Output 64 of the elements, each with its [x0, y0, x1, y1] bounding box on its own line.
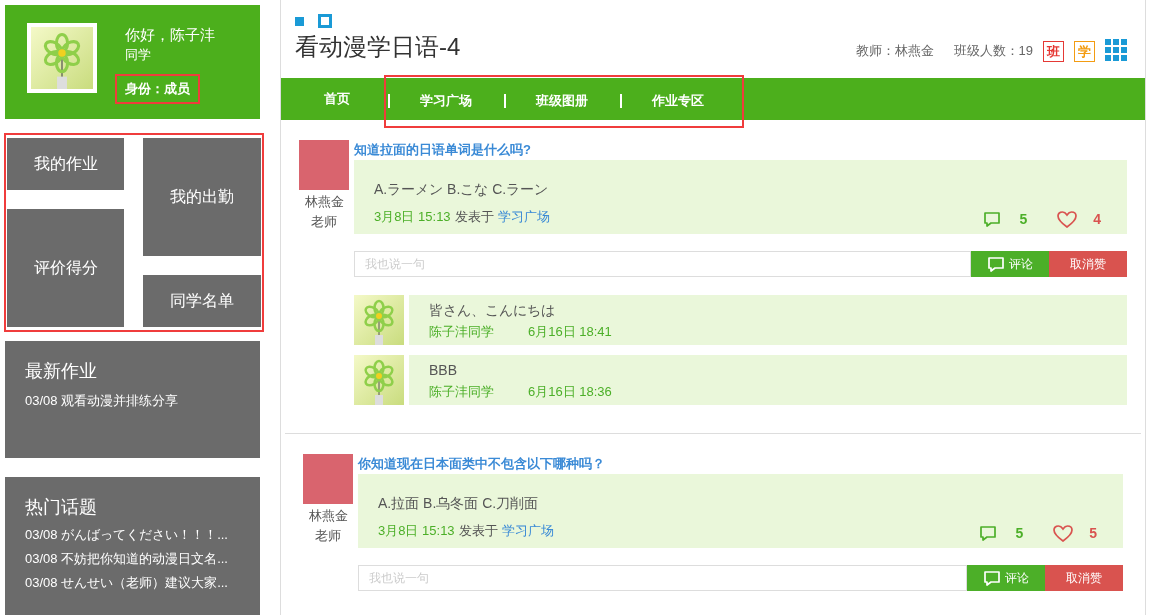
- flower-avatar: [31, 27, 93, 89]
- board-link[interactable]: 学习广场: [497, 206, 550, 227]
- author-role: 老师: [315, 527, 341, 545]
- menu-tile[interactable]: 同学名单: [143, 274, 261, 327]
- nav-link[interactable]: 作业专区: [652, 91, 704, 111]
- topic-link[interactable]: 03/08 不妨把你知道的动漫日文名...: [25, 550, 260, 567]
- comment-icon: [987, 255, 1005, 273]
- posted-in-label: 发表于: [458, 521, 498, 540]
- comment-icon: [983, 569, 1001, 587]
- reply-author[interactable]: 陈子沣同学: [429, 322, 494, 342]
- heart-icon[interactable]: [1057, 210, 1078, 229]
- menu-tile[interactable]: 我的作业: [7, 137, 124, 190]
- reply-time: 6月16日 18:41: [528, 323, 612, 341]
- reply-text: 皆さん、こんにちは: [429, 301, 556, 320]
- nav-link[interactable]: 学习广场: [420, 91, 472, 111]
- badge-icon[interactable]: 学: [1074, 41, 1095, 62]
- teacher-label: 教师：林燕金: [855, 41, 934, 60]
- identity-label: 身份：成员: [115, 74, 200, 104]
- post-title[interactable]: 你知道现在日本面类中不包含以下哪种吗？: [358, 454, 1123, 474]
- flower-avatar: [354, 355, 404, 405]
- nav-link[interactable]: 首页: [324, 89, 350, 109]
- comment-button[interactable]: 评论: [971, 251, 1049, 277]
- menu-tile[interactable]: 我的出勤: [143, 137, 261, 256]
- like-count: 5: [1089, 524, 1097, 543]
- author-name: 林燕金: [304, 193, 344, 211]
- flower-avatar: [354, 295, 404, 345]
- square-outline-icon: [318, 14, 332, 28]
- badge-icon[interactable]: 班: [1043, 41, 1064, 62]
- board-link[interactable]: 学习广场: [501, 520, 554, 541]
- photo-placeholder: [303, 454, 353, 504]
- author-name: 林燕金: [308, 507, 348, 525]
- author-role: 老师: [311, 213, 337, 231]
- posted-in-label: 发表于: [454, 207, 494, 226]
- photo-placeholder: [299, 140, 349, 190]
- like-count: 4: [1093, 210, 1101, 229]
- reply-author[interactable]: 陈子沣同学: [429, 382, 494, 402]
- homework-link[interactable]: 03/08 观看动漫并排练分享: [25, 390, 240, 411]
- panel-title: 最新作业: [25, 359, 98, 383]
- topic-link[interactable]: 03/08 せんせい（老师）建议大家...: [25, 574, 260, 591]
- post-options: A.ラーメン B.こな C.ラーン: [374, 180, 1101, 198]
- member-count: 班级人数：19: [953, 41, 1033, 60]
- menu-tile[interactable]: 评价得分: [7, 208, 124, 327]
- square-icon: [295, 16, 304, 26]
- user-role: 同学: [125, 46, 152, 64]
- nav-link[interactable]: 班级图册: [536, 91, 588, 111]
- comment-icon: [979, 525, 998, 542]
- topic-link[interactable]: 03/08 がんばってください！！！...: [25, 526, 260, 543]
- greeting: 你好，陈子沣: [125, 25, 215, 45]
- comment-count: 5: [1015, 524, 1024, 543]
- unlike-button[interactable]: 取消赞: [1049, 251, 1127, 277]
- post-date: 3月8日 15:13: [378, 521, 455, 540]
- reply-text: BBB: [429, 361, 458, 380]
- comment-button[interactable]: 评论: [967, 565, 1045, 591]
- panel-title: 热门话题: [25, 495, 98, 519]
- heart-icon[interactable]: [1053, 524, 1074, 543]
- post-date: 3月8日 15:13: [374, 207, 451, 226]
- post-options: A.拉面 B.乌冬面 C.刀削面: [378, 494, 1097, 512]
- post-title[interactable]: 知道拉面的日语单词是什么吗?: [354, 140, 1127, 160]
- grid-menu-icon[interactable]: [1105, 39, 1127, 61]
- comment-icon: [983, 211, 1002, 228]
- unlike-button[interactable]: 取消赞: [1045, 565, 1123, 591]
- class-title: 看动漫学日语-4: [295, 32, 461, 62]
- reply-time: 6月16日 18:36: [528, 383, 612, 401]
- comment-count: 5: [1019, 210, 1028, 229]
